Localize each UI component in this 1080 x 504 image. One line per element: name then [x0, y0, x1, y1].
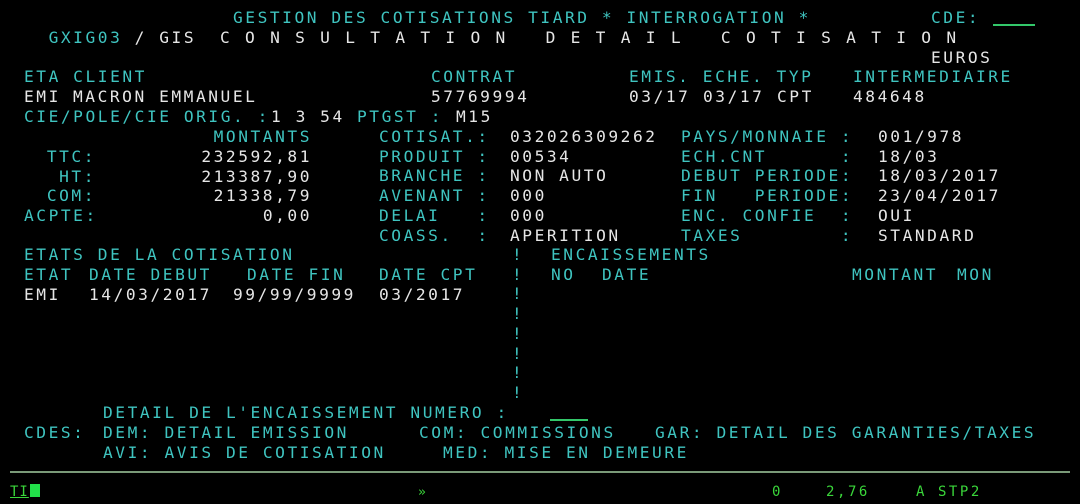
enc-col-montant: MONTANT: [852, 265, 939, 284]
eta-client-label: ETA CLIENT: [24, 67, 147, 86]
status-arrow: »: [418, 485, 429, 500]
period-label: TAXES :: [681, 225, 854, 245]
command-avi[interactable]: AVI: AVIS DE COTISATION: [103, 443, 386, 463]
etat-cell: EMI: [24, 285, 61, 304]
detail-label: PRODUIT :: [379, 146, 490, 166]
status-field-2: 2,76: [826, 484, 870, 500]
emis-eche-typ-label: EMIS. ECHE. TYP: [629, 67, 814, 86]
cie-label: CIE/POLE/CIE ORIG. :: [24, 107, 270, 126]
cursor-block: [29, 484, 40, 497]
commands-label: CDES:: [24, 423, 86, 442]
eta-value: EMI: [24, 87, 61, 106]
detail-label: DELAI :: [379, 205, 490, 225]
detail-prompt-label: DETAIL DE L'ENCAISSEMENT NUMERO :: [103, 403, 509, 422]
program-id: GXIG03: [48, 28, 123, 47]
intermediaire-value: 484648: [853, 87, 927, 106]
command-gar[interactable]: GAR: DETAIL DES GARANTIES/TAXES: [655, 423, 1036, 443]
montant-value: 213387,90: [201, 166, 312, 186]
divider-mark: !: [512, 363, 522, 383]
divider-mark: !: [512, 382, 522, 402]
divider-mark: !: [512, 264, 522, 284]
detail-label: COTISAT.:: [379, 127, 490, 146]
status-separator: [10, 471, 1070, 473]
divider-mark: !: [512, 304, 522, 324]
etats-col-etat: ETAT: [24, 265, 74, 284]
montant-value: 232592,81: [201, 147, 312, 166]
intermediaire-label: INTERMEDIAIRE: [853, 67, 1013, 86]
period-label: ENC. CONFIE :: [681, 205, 854, 225]
cde-input[interactable]: [993, 8, 1035, 31]
period-value: 23/04/2017: [878, 186, 1001, 206]
etats-col-date-cpt: DATE CPT: [379, 265, 478, 284]
ptgst-label: PTGST :: [357, 107, 444, 126]
enc-col-date: DATE: [602, 265, 652, 284]
detail-value: 000: [510, 205, 547, 225]
ptgst-value: M15: [456, 107, 493, 126]
date-debut-cell: 14/03/2017: [89, 285, 212, 304]
montant-label: TTC:: [46, 147, 96, 166]
status-indicator: TI: [10, 482, 40, 502]
enc-col-no: NO: [551, 265, 576, 284]
command-dem[interactable]: DEM: DETAIL EMISSION: [103, 423, 349, 443]
detail-value: 000: [510, 186, 547, 206]
header-line: GXIG03 / GIS: [24, 8, 196, 48]
divider-mark: !: [512, 245, 522, 264]
period-label: FIN PERIODE:: [681, 186, 854, 206]
period-value: 18/03/2017: [878, 166, 1001, 186]
divider-mark: !: [512, 343, 522, 363]
emis-value: 03/17: [629, 87, 691, 106]
command-med[interactable]: MED: MISE EN DEMEURE: [443, 443, 689, 463]
period-label: ECH.CNT :: [681, 146, 854, 166]
detail-value: APERITION: [510, 225, 621, 245]
contrat-label: CONTRAT: [431, 67, 518, 86]
etats-col-date-debut: DATE DEBUT: [89, 265, 212, 284]
montant-label: COM:: [46, 186, 96, 206]
montant-value: 0,00: [262, 206, 312, 226]
period-value: STANDARD: [878, 225, 977, 245]
detail-value: 032026309262: [510, 127, 658, 146]
divider-mark: !: [512, 284, 522, 304]
screen-subtitle: CONSULTATION DETAIL COTISATION: [220, 28, 972, 47]
period-label: PAYS/MONNAIE :: [681, 127, 854, 146]
detail-label: AVENANT :: [379, 186, 490, 206]
system-name: GIS: [159, 28, 197, 47]
period-value: 18/03: [878, 146, 940, 166]
encaissements-title: ENCAISSEMENTS: [551, 245, 711, 264]
detail-label: BRANCHE :: [379, 166, 490, 186]
enc-col-mon: MON: [957, 265, 994, 284]
date-cpt-cell: 03/2017: [379, 285, 466, 304]
etats-col-date-fin: DATE FIN: [247, 265, 346, 284]
detail-label: COASS. :: [379, 225, 490, 245]
detail-value: NON AUTO: [510, 166, 609, 186]
detail-value: 00534: [510, 146, 572, 166]
period-value: OUI: [878, 205, 915, 225]
contrat-value: 57769994: [431, 87, 530, 106]
typ-value: CPT: [777, 87, 814, 106]
cie-value: 1 3 54: [271, 107, 345, 126]
period-label: DEBUT PERIODE:: [681, 166, 854, 186]
montant-label: HT:: [59, 166, 96, 186]
command-com[interactable]: COM: COMMISSIONS: [419, 423, 616, 443]
montants-header: MONTANTS: [213, 127, 312, 146]
etats-title: ETATS DE LA COTISATION: [24, 245, 295, 264]
divider-mark: !: [512, 323, 522, 343]
date-fin-cell: 99/99/9999: [233, 285, 356, 304]
eche-value: 03/17: [703, 87, 765, 106]
screen-title: GESTION DES COTISATIONS TIARD * INTERROG…: [233, 8, 811, 27]
status-field-1: 0: [772, 484, 783, 500]
period-value: 001/978: [878, 127, 965, 146]
status-field-3: A STP2: [916, 484, 982, 500]
currency-label: EUROS: [931, 48, 993, 67]
montant-value: 21338,79: [213, 186, 312, 206]
montant-label: ACPTE:: [24, 206, 98, 226]
cde-label: CDE:: [931, 8, 981, 27]
client-name: MACRON EMMANUEL: [73, 87, 258, 106]
separator: /: [134, 28, 147, 47]
